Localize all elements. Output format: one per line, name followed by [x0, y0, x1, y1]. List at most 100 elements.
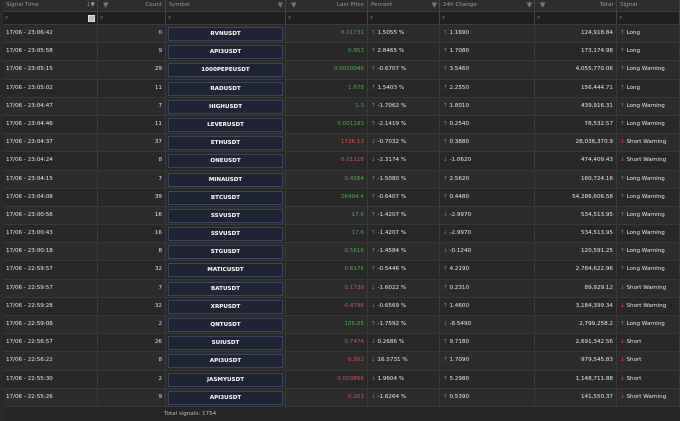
symbol-badge[interactable]: BATUSDT [168, 281, 283, 296]
table-row[interactable]: 17/06 - 22:59:28 32 XRPUSDT 0.4796 ↓ -0.… [3, 297, 680, 316]
symbol-badge[interactable]: SSVUSDT [168, 227, 283, 242]
cell-signal: ↓ Short Warning [617, 297, 680, 315]
cell-symbol: MATICUSDT [166, 261, 286, 279]
table-row[interactable]: 17/06 - 23:04:24 8 ONEUSDT 0.01118 ↓ -2.… [3, 152, 680, 171]
symbol-badge[interactable]: SSVUSDT [168, 208, 283, 223]
cell-last-price: 0.952 [286, 352, 368, 370]
filter-price[interactable]: ⌕ [286, 12, 368, 24]
col-total[interactable]: ▼ Total [535, 0, 617, 11]
table-row[interactable]: 17/06 - 22:55:30 2 JASMYUSDT 0.003856 ↓ … [3, 370, 680, 389]
filter-signal[interactable]: ⌕ [617, 12, 680, 24]
cell-count: 11 [98, 115, 166, 133]
table-row[interactable]: 17/06 - 23:05:02 11 RADUSDT 1.678 ↑ 1.54… [3, 79, 680, 98]
table-row[interactable]: 17/06 - 23:00:56 16 SSVUSDT 17.6 ↑ -1.42… [3, 206, 680, 226]
symbol-badge[interactable]: RADUSDT [168, 81, 283, 96]
calendar-icon[interactable] [88, 15, 95, 22]
table-row[interactable]: 17/06 - 22:56:57 26 SUIUSDT 0.7474 ↓ 0.2… [3, 334, 680, 353]
symbol-badge[interactable]: ONEUSDT [168, 154, 283, 169]
change-value: 3.5460 [449, 66, 470, 73]
table-row[interactable]: 17/06 - 22:59:57 32 MATICUSDT 0.6175 ↑ -… [3, 261, 680, 280]
signal-value: Short Warning [626, 284, 667, 291]
filter-total[interactable]: ⌕ [535, 12, 617, 24]
symbol-badge[interactable]: SUIUSDT [168, 336, 283, 351]
table-row[interactable]: 17/06 - 22:59:57 7 BATUSDT 0.1739 ↓ -1.6… [3, 279, 680, 298]
sort-icon[interactable]: ↓▼ [86, 0, 95, 11]
search-icon: ⌕ [537, 14, 541, 21]
cell-last-price: 0.953 [286, 43, 368, 61]
symbol-badge[interactable]: LEVERUSDT [168, 117, 283, 132]
signal-arrow-icon: ↑ [620, 321, 625, 327]
signal-value: Long [626, 30, 641, 36]
symbol-badge[interactable]: HIGHUSDT [168, 99, 283, 114]
change-arrow-icon: ↑ [443, 284, 448, 291]
symbol-badge[interactable]: 1000PEPEUSDT [168, 63, 283, 78]
symbol-badge[interactable]: API3USDT [168, 354, 283, 369]
table-row[interactable]: 17/06 - 22:59:08 2 QNTUSDT 105.05 ↑ -1.7… [3, 316, 680, 335]
table-row[interactable]: 17/06 - 22:55:26 9 API3USDT 0.261 ↓ -1.6… [3, 388, 680, 407]
cell-time: 17/06 - 23:04:15 [3, 170, 98, 188]
col-count[interactable]: ▼ Count [98, 0, 166, 11]
symbol-badge[interactable]: MATICUSDT [168, 263, 283, 278]
table-row[interactable]: 17/06 - 23:04:08 39 BTCUSDT 26494.4 ↑ -0… [3, 188, 680, 207]
table-row[interactable]: 17/06 - 23:05:58 9 API3USDT 0.953 ↑ 2.84… [3, 43, 680, 62]
symbol-badge[interactable]: XRPUSDT [168, 299, 283, 314]
cell-symbol: STGUSDT [166, 243, 286, 261]
cell-last-price: 0.6175 [286, 261, 368, 279]
cell-percent: ↑ 1.5403 % [368, 79, 440, 97]
cell-percent: ↓ 0.2686 % [368, 334, 440, 352]
table-row[interactable]: 17/06 - 23:04:46 11 LEVERUSDT 0.001183 ↑… [3, 115, 680, 135]
col-signal[interactable]: Signal [617, 0, 680, 11]
change-value: 1.7090 [449, 357, 470, 364]
col-24h-change[interactable]: 24h Change ▼ [440, 0, 535, 11]
table-row[interactable]: 17/06 - 22:56:22 8 API3USDT 0.952 ↓ 16.5… [3, 352, 680, 371]
table-row[interactable]: 17/06 - 23:06:42 0 RVNUSDT 0.01731 ↑ 1.5… [3, 25, 680, 44]
percent-arrow-icon: ↓ [371, 157, 376, 164]
symbol-badge[interactable]: RVNUSDT [168, 27, 283, 41]
filter-icon[interactable]: ▼ [540, 1, 545, 9]
col-last-price[interactable]: ▼ Last Price [286, 0, 368, 11]
signal-arrow-icon: ↓ [620, 357, 625, 364]
change-value: -1.0620 [449, 157, 472, 164]
cell-symbol: 1000PEPEUSDT [166, 61, 286, 79]
filter-icon[interactable]: ▼ [432, 0, 437, 11]
filter-change[interactable]: ⌕ [440, 12, 535, 24]
table-row[interactable]: 17/06 - 23:05:15 29 1000PEPEUSDT 0.00100… [3, 61, 680, 80]
cell-total: 54,286,606.58 [535, 188, 617, 206]
col-signal-time[interactable]: Signal Time ↓▼ [3, 0, 98, 11]
filter-icon[interactable]: ▼ [527, 0, 532, 11]
symbol-badge[interactable]: MINAUSDT [168, 172, 283, 187]
cell-total: 28,036,370.9 [535, 134, 617, 152]
signal-value: Long [626, 84, 641, 91]
change-value: 5.2980 [449, 375, 470, 382]
symbol-badge[interactable]: API3USDT [168, 45, 283, 60]
percent-value: 16.5731 % [377, 357, 408, 364]
cell-24h-change: ↑ 0.2540 [440, 115, 535, 133]
symbol-badge[interactable]: ETHUSDT [168, 136, 283, 151]
filter-count[interactable]: ⌕ [98, 12, 166, 24]
symbol-badge[interactable]: BTCUSDT [168, 190, 283, 205]
signal-arrow-icon: ↑ [620, 230, 625, 237]
col-percent[interactable]: Percent ▼ [368, 0, 440, 11]
table-row[interactable]: 17/06 - 23:00:43 16 SSVUSDT 17.6 ↑ -1.42… [3, 225, 680, 244]
symbol-badge[interactable]: API3USDT [168, 390, 283, 405]
filter-percent[interactable]: ⌕ [368, 12, 440, 24]
table-row[interactable]: 17/06 - 23:04:37 37 ETHUSDT 1726.13 ↓ -0… [3, 134, 680, 153]
filter-icon[interactable]: ▼ [291, 1, 296, 9]
table-row[interactable]: 17/06 - 23:04:47 7 HIGHUSDT 1.3 ↑ -1.706… [3, 97, 680, 116]
symbol-badge[interactable]: JASMYUSDT [168, 372, 283, 387]
symbol-badge[interactable]: STGUSDT [168, 245, 283, 260]
cell-total: 439,916.31 [535, 97, 617, 115]
cell-total: 160,724.16 [535, 170, 617, 188]
cell-24h-change: ↑ 4.2190 [440, 261, 535, 279]
filter-icon[interactable]: ▼ [103, 1, 108, 9]
cell-symbol: API3USDT [166, 43, 286, 61]
filter-time[interactable]: ⌕ [3, 12, 98, 24]
col-percent-label: Percent [371, 2, 393, 8]
col-symbol[interactable]: Symbol ▼ [166, 0, 286, 11]
table-row[interactable]: 17/06 - 23:00:18 8 STGUSDT 0.5616 ↑ -1.4… [3, 243, 680, 262]
filter-icon[interactable]: ▼ [278, 0, 283, 11]
table-row[interactable]: 17/06 - 23:04:15 7 MINAUSDT 0.4264 ↑ -1.… [3, 170, 680, 189]
symbol-badge[interactable]: QNTUSDT [168, 318, 283, 332]
filter-symbol[interactable]: ⌕ [166, 12, 286, 24]
signal-arrow-icon: ↓ [620, 139, 625, 146]
